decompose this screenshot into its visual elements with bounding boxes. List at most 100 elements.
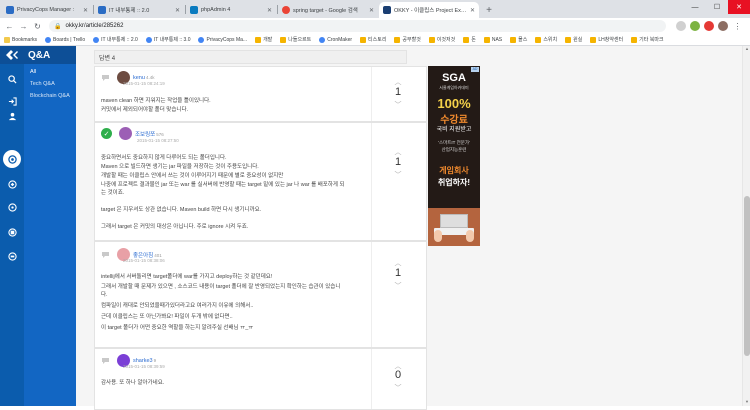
menu-item-blockchain-qna[interactable]: Blockchain Q&A [30,93,70,99]
community-icon[interactable] [6,201,18,213]
tab-close-icon[interactable]: ✕ [369,7,374,14]
advertisement-banner[interactable]: AD SGA 서울게임아카데미 100% 수강료 국비 지원받고 '스마트IT … [428,66,480,246]
downvote-chevron-icon[interactable]: ﹀ [370,281,426,291]
reload-icon[interactable]: ↻ [32,21,43,32]
close-window-button[interactable]: ✕ [728,0,750,14]
forward-arrow-icon[interactable]: → [18,21,29,32]
back-arrow-icon[interactable]: ← [4,21,15,32]
window-controls: — ☐ ✕ [684,0,750,14]
answer-date: 2015-01-15 08:39:59 [123,364,165,369]
bookmark-item[interactable]: 이것저것 [428,36,456,43]
new-tab-button[interactable]: + [482,3,496,17]
page-scrollbar[interactable]: ▲ ▼ [742,46,750,406]
profile-avatar[interactable] [718,21,728,31]
address-bar[interactable]: 🔒 okky.kr/article/285262 [49,20,666,32]
author-name[interactable]: 조보링쪼576 [135,130,164,138]
star-icon [4,36,10,43]
bookmark-item[interactable]: Bookmarks [4,36,38,43]
folder-icon [360,36,367,43]
folder-icon [631,36,638,43]
comment-icon[interactable] [101,74,109,82]
bookmark-item[interactable]: IT 내부통제 :: 2.0 [93,36,138,43]
downvote-chevron-icon[interactable]: ﹀ [370,170,426,180]
qna-icon[interactable] [3,150,21,168]
browser-tab[interactable]: PrivacyCops Manager : ✕ [2,2,92,18]
tab-close-icon[interactable]: ✕ [83,7,88,14]
jobs-icon[interactable] [6,250,18,262]
site-logo[interactable]: Q&A [0,46,76,64]
bookmark-item[interactable]: Boards | Trello [45,36,85,43]
bookmark-item[interactable]: IT 내부통제 :: 3.0 [145,36,190,43]
bookmark-item[interactable]: 몰스 [510,36,527,43]
comment-icon[interactable] [101,357,109,365]
downvote-chevron-icon[interactable]: ﹀ [370,383,426,393]
avatar[interactable] [119,127,132,140]
browser-tab[interactable]: IT 내부통제 :: 2.0 ✕ [94,2,184,18]
scrollbar-thumb[interactable] [744,196,750,356]
main-content: 답변 4 kenu4.4k 2015-01-15 08:24:19 maven … [76,46,742,410]
bookmark-item[interactable]: 공부할것 [394,36,421,43]
tab-title: spring target - Google 검색 [293,8,358,14]
extension-icon[interactable] [704,21,714,31]
answer-text-line: 이 target 폴더가 어떤 중요한 역할을 하는지 알려주실 선배님 ㅠ_ㅠ [101,325,254,331]
bookmark-label: 기타 북마크 [639,37,664,43]
menu-item-tech-qna[interactable]: Tech Q&A [30,81,55,87]
extension-icon[interactable] [690,21,700,31]
bookmark-item[interactable]: LH창약센터 [590,36,623,43]
answer-body: kenu4.4k 2015-01-15 08:24:19 maven clean… [95,67,372,121]
bookmark-item[interactable]: 기타 북마크 [631,36,664,43]
tab-close-icon[interactable]: ✕ [175,7,180,14]
bookmark-item[interactable]: CronMaker [319,36,352,43]
tab-close-icon[interactable]: ✕ [267,7,272,14]
user-icon[interactable] [6,110,18,122]
scroll-up-arrow-icon[interactable]: ▲ [743,46,750,53]
bookmark-label: IT 내부통제 :: 2.0 [101,37,138,43]
extension-icon[interactable] [676,21,686,31]
answer-text-line: 커밋에서 제외되어야할 폴더 맞습니다. [101,107,189,113]
answer-date: 2015-01-15 08:38:06 [123,258,165,263]
column-icon[interactable] [6,226,18,238]
bookmark-label: 돈 [471,37,476,43]
menu-item-all[interactable]: All [30,69,36,75]
sidebar-menu [24,46,76,406]
maximize-button[interactable]: ☐ [706,0,728,14]
lock-icon: 🔒 [54,23,62,30]
browser-tab[interactable]: phpAdmin 4 ✕ [186,2,276,18]
login-icon[interactable] [6,95,18,107]
search-icon[interactable] [6,73,18,85]
ad-support: 국비 지원받고 [436,127,472,133]
minimize-button[interactable]: — [684,0,706,14]
answer-body: ✓ 조보링쪼576 2015-01-15 08:27:50 중요하면서도 중요하… [95,123,372,240]
okky-favicon-icon [383,6,391,14]
tech-icon[interactable] [6,178,18,190]
answer-text-line: 나중에 프로젝트 결과물인 jar 또는 war 를 실서버에 반영할 때는 t… [101,182,345,188]
bookmark-item[interactable]: PrivacyCops Ma... [198,36,247,43]
bookmark-item[interactable]: 티스토리 [360,36,386,43]
browser-tab[interactable]: spring target - Google 검색 ✕ [278,2,378,18]
author-name[interactable]: kenu4.4k [133,75,154,81]
tab-title: OKKY - 이클립스 Project Explo [394,8,468,14]
answer-item-accepted: ✓ 조보링쪼576 2015-01-15 08:27:50 중요하면서도 중요하… [94,122,427,241]
bookmark-label: Bookmarks [12,36,38,43]
bookmark-label: LH창약센터 [598,37,624,43]
ad-brand: SGA [442,72,466,84]
tab-close-icon[interactable]: ✕ [470,7,475,14]
answers-header: 답변 4 [94,50,407,64]
bookmark-item[interactable]: 개발 [255,36,272,43]
bookmark-label: 이것저것 [436,37,456,43]
bookmark-favicon-icon [45,36,52,43]
author-name[interactable]: sharke39 [133,358,156,364]
downvote-chevron-icon[interactable]: ﹀ [370,100,426,110]
comment-icon[interactable] [101,251,109,259]
tab-favicon-icon [98,6,106,14]
bookmark-item[interactable]: 윈실 [565,36,582,43]
bookmark-item[interactable]: 스위치 [535,36,557,43]
scroll-down-arrow-icon[interactable]: ▼ [743,399,750,406]
menu-kebab-icon[interactable]: ⋮ [732,21,743,32]
bookmark-item[interactable]: 돈 [463,36,476,43]
bookmark-item[interactable]: NAS [483,36,502,43]
answer-text-line: maven clean 하면 지워지는 작업을 틀이있니다. [101,98,211,104]
browser-tab-active[interactable]: OKKY - 이클립스 Project Explo ✕ [379,2,479,18]
bookmark-item[interactable]: 나들으르트 [280,36,311,43]
vote-panel: ︿ 1 ﹀ [370,242,426,347]
